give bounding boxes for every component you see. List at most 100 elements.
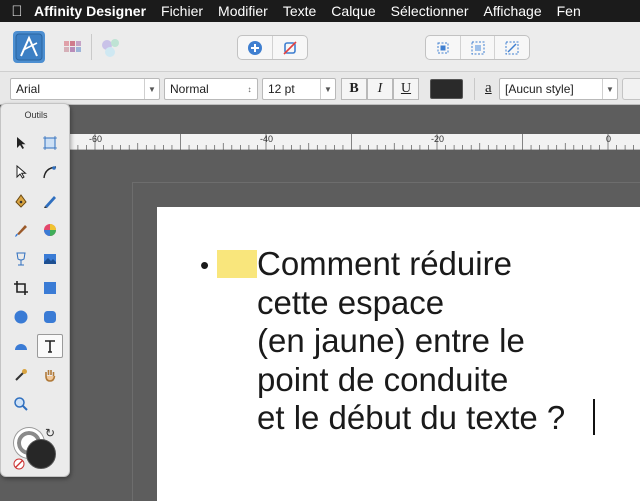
paragraph-style-icon: a (485, 80, 492, 96)
color-wheel-icon (44, 224, 56, 236)
brush-icon (15, 225, 27, 237)
wine-glass-icon (16, 252, 26, 266)
tools-panel: Outils ↻ (0, 103, 70, 477)
no-style-button[interactable] (272, 36, 306, 59)
vector-brush-tool[interactable] (8, 218, 34, 242)
node-tool[interactable] (8, 160, 34, 184)
place-image-tool[interactable] (37, 247, 63, 271)
menu-fenetre[interactable]: Fen (557, 3, 581, 19)
chevron-down-icon: ▼ (320, 79, 335, 99)
ruler-label: -40 (260, 134, 274, 144)
swap-colors-icon[interactable]: ↻ (45, 426, 55, 440)
menu-calque[interactable]: Calque (331, 3, 375, 19)
pen-nib-icon (15, 194, 27, 208)
shape-tool[interactable] (8, 334, 34, 358)
artboard-tool[interactable] (37, 131, 63, 155)
ruler-label: -20 (431, 134, 445, 144)
fill-color-well[interactable] (26, 439, 56, 469)
insert-icon (248, 40, 262, 55)
text-color-swatch[interactable] (430, 79, 463, 99)
chevron-down-icon: ▼ (602, 79, 617, 99)
half-circle-icon (15, 344, 27, 350)
designer-persona-button[interactable] (13, 31, 45, 63)
fill-tool[interactable] (37, 218, 63, 242)
rotate-box-icon (505, 41, 518, 54)
view-tool[interactable] (37, 363, 63, 387)
move-tool[interactable] (8, 131, 34, 155)
menu-app-name[interactable]: Affinity Designer (34, 3, 146, 19)
rounded-rectangle-tool[interactable] (37, 305, 63, 329)
horizontal-ruler: -60 -40 -20 0 (70, 134, 640, 150)
font-style-select[interactable]: Normal ↕ (164, 78, 258, 100)
bold-button[interactable]: B (341, 78, 367, 100)
ellipse-tool[interactable] (8, 305, 34, 329)
transform-button[interactable] (460, 36, 494, 59)
font-style-value: Normal (170, 82, 209, 96)
insert-behind-button[interactable] (238, 36, 272, 59)
style-options-button[interactable] (622, 78, 640, 100)
corner-tool[interactable] (37, 160, 63, 184)
font-family-value: Arial (16, 82, 41, 96)
apple-icon[interactable]:  (0, 3, 34, 20)
menu-modifier[interactable]: Modifier (218, 3, 268, 19)
main-toolbar (0, 22, 640, 72)
menu-selectionner[interactable]: Sélectionner (391, 3, 469, 19)
transform-group (425, 35, 530, 60)
transform-box-icon (471, 41, 484, 54)
menu-affichage[interactable]: Affichage (484, 3, 542, 19)
rectangle-tool[interactable] (37, 276, 63, 300)
arrow-pointer-icon (17, 137, 26, 149)
export-persona-icon (102, 39, 119, 57)
menu-fichier[interactable]: Fichier (161, 3, 203, 19)
rounded-rectangle-icon (44, 311, 56, 323)
pixel-persona-icon (64, 41, 81, 52)
hand-icon (45, 370, 56, 382)
text-line: et le début du texte ? (257, 399, 566, 436)
pixel-persona-button[interactable] (57, 31, 89, 63)
align-button[interactable] (426, 36, 460, 59)
text-line: (en jaune) entre le (257, 322, 525, 359)
menu-texte[interactable]: Texte (283, 3, 316, 19)
magnifier-icon (14, 397, 28, 411)
toolbar-divider (91, 34, 92, 60)
text-line: Comment réduire (257, 245, 512, 282)
brush-slash-icon (282, 40, 297, 55)
menu-bar:  Affinity Designer Fichier Modifier Tex… (0, 0, 640, 22)
artboard-icon (43, 136, 57, 150)
italic-button[interactable]: I (367, 78, 393, 100)
artistic-text-tool[interactable] (37, 334, 63, 358)
bullet-point: • (200, 250, 210, 280)
pencil-icon (44, 196, 56, 208)
stepper-arrows-icon: ↕ (247, 84, 252, 94)
paragraph-style-select[interactable]: [Aucun style] ▼ (499, 78, 618, 100)
align-grid-icon (437, 42, 449, 53)
format-divider (474, 78, 475, 100)
transparency-tool[interactable] (8, 247, 34, 271)
text-t-icon (45, 340, 55, 353)
pencil-tool[interactable] (37, 189, 63, 213)
rectangle-icon (44, 282, 56, 294)
text-caret (593, 399, 595, 435)
export-persona-button[interactable] (95, 31, 127, 63)
designer-persona-icon (15, 33, 43, 61)
paragraph-style-value: [Aucun style] (505, 82, 574, 96)
zoom-tool[interactable] (8, 392, 34, 416)
boolean-group (237, 35, 308, 60)
color-picker-tool[interactable] (8, 363, 34, 387)
crop-icon (14, 281, 28, 295)
eyedropper-icon (15, 369, 27, 381)
underline-button[interactable]: U (393, 78, 419, 100)
font-family-select[interactable]: Arial ▼ (10, 78, 160, 100)
font-size-field[interactable]: 12 pt ▼ (262, 78, 336, 100)
ruler-label: 0 (606, 134, 612, 144)
node-pointer-icon (16, 164, 27, 179)
no-color-icon[interactable] (13, 457, 25, 475)
rotate-transform-button[interactable] (494, 36, 528, 59)
crop-tool[interactable] (8, 276, 34, 300)
font-size-value: 12 pt (268, 82, 295, 96)
text-format-bar: Arial ▼ Normal ↕ 12 pt ▼ B I U a [Aucun … (0, 72, 640, 105)
ruler-label: -60 (89, 134, 103, 144)
chevron-down-icon: ▼ (144, 79, 159, 99)
pen-tool[interactable] (8, 189, 34, 213)
ruler-ticks (77, 134, 635, 150)
